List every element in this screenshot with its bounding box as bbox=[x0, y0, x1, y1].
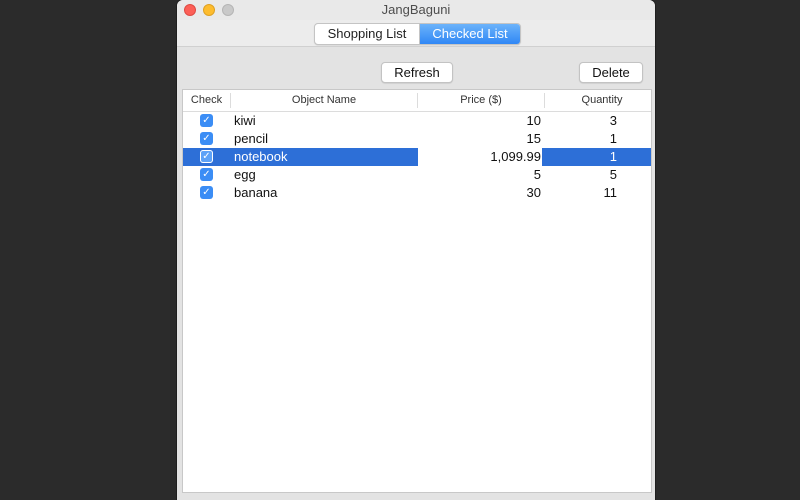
checkbox-checked-icon[interactable]: ✓ bbox=[200, 114, 213, 127]
checkbox-checked-icon[interactable]: ✓ bbox=[200, 168, 213, 181]
quantity-cell[interactable]: 1 bbox=[546, 130, 617, 148]
checkbox-checked-icon[interactable]: ✓ bbox=[200, 150, 213, 163]
quantity-cell[interactable]: 5 bbox=[546, 166, 617, 184]
table-row[interactable]: ✓ egg 5 5 bbox=[183, 166, 651, 184]
object-name-cell[interactable]: notebook bbox=[234, 148, 414, 166]
object-name-cell[interactable]: kiwi bbox=[234, 112, 414, 130]
quantity-cell[interactable]: 3 bbox=[546, 112, 617, 130]
column-header-price[interactable]: Price ($) bbox=[418, 90, 544, 111]
check-cell[interactable]: ✓ bbox=[200, 112, 214, 130]
object-name-cell[interactable]: banana bbox=[234, 184, 414, 202]
table-row-selected[interactable]: ✓ notebook 1,099.99 1 bbox=[183, 148, 651, 166]
check-cell[interactable]: ✓ bbox=[200, 148, 214, 166]
checked-list-pane: Refresh Delete Check Object Name Price (… bbox=[177, 46, 655, 500]
delete-button[interactable]: Delete bbox=[579, 62, 643, 83]
table-row[interactable]: ✓ banana 30 11 bbox=[183, 184, 651, 202]
checked-items-table: Check Object Name Price ($) Quantity ✓ k… bbox=[182, 89, 652, 493]
tab-control: Shopping List Checked List bbox=[314, 23, 521, 45]
column-header-quantity[interactable]: Quantity bbox=[545, 90, 651, 111]
check-cell[interactable]: ✓ bbox=[200, 184, 214, 202]
object-name-cell[interactable]: pencil bbox=[234, 130, 414, 148]
checkbox-checked-icon[interactable]: ✓ bbox=[200, 132, 213, 145]
price-cell[interactable]: 5 bbox=[419, 166, 541, 184]
object-name-cell[interactable]: egg bbox=[234, 166, 414, 184]
price-cell[interactable]: 10 bbox=[419, 112, 541, 130]
tab-checked-list[interactable]: Checked List bbox=[420, 24, 520, 44]
price-cell[interactable]: 15 bbox=[419, 130, 541, 148]
title-bar: JangBaguni bbox=[177, 0, 655, 20]
checkbox-checked-icon[interactable]: ✓ bbox=[200, 186, 213, 199]
table-row[interactable]: ✓ pencil 15 1 bbox=[183, 130, 651, 148]
quantity-cell[interactable]: 1 bbox=[546, 148, 617, 166]
price-cell[interactable]: 1,099.99 bbox=[419, 148, 541, 166]
tab-shopping-list[interactable]: Shopping List bbox=[315, 24, 420, 44]
refresh-button[interactable]: Refresh bbox=[381, 62, 453, 83]
check-cell[interactable]: ✓ bbox=[200, 166, 214, 184]
table-header: Check Object Name Price ($) Quantity bbox=[183, 90, 651, 112]
price-cell[interactable]: 30 bbox=[419, 184, 541, 202]
app-window: JangBaguni Shopping List Checked List Re… bbox=[177, 0, 655, 500]
column-header-check[interactable]: Check bbox=[183, 90, 230, 111]
window-title: JangBaguni bbox=[381, 2, 451, 17]
check-cell[interactable]: ✓ bbox=[200, 130, 214, 148]
column-header-object-name[interactable]: Object Name bbox=[231, 90, 417, 111]
quantity-cell[interactable]: 11 bbox=[546, 184, 618, 202]
table-row[interactable]: ✓ kiwi 10 3 bbox=[183, 112, 651, 130]
